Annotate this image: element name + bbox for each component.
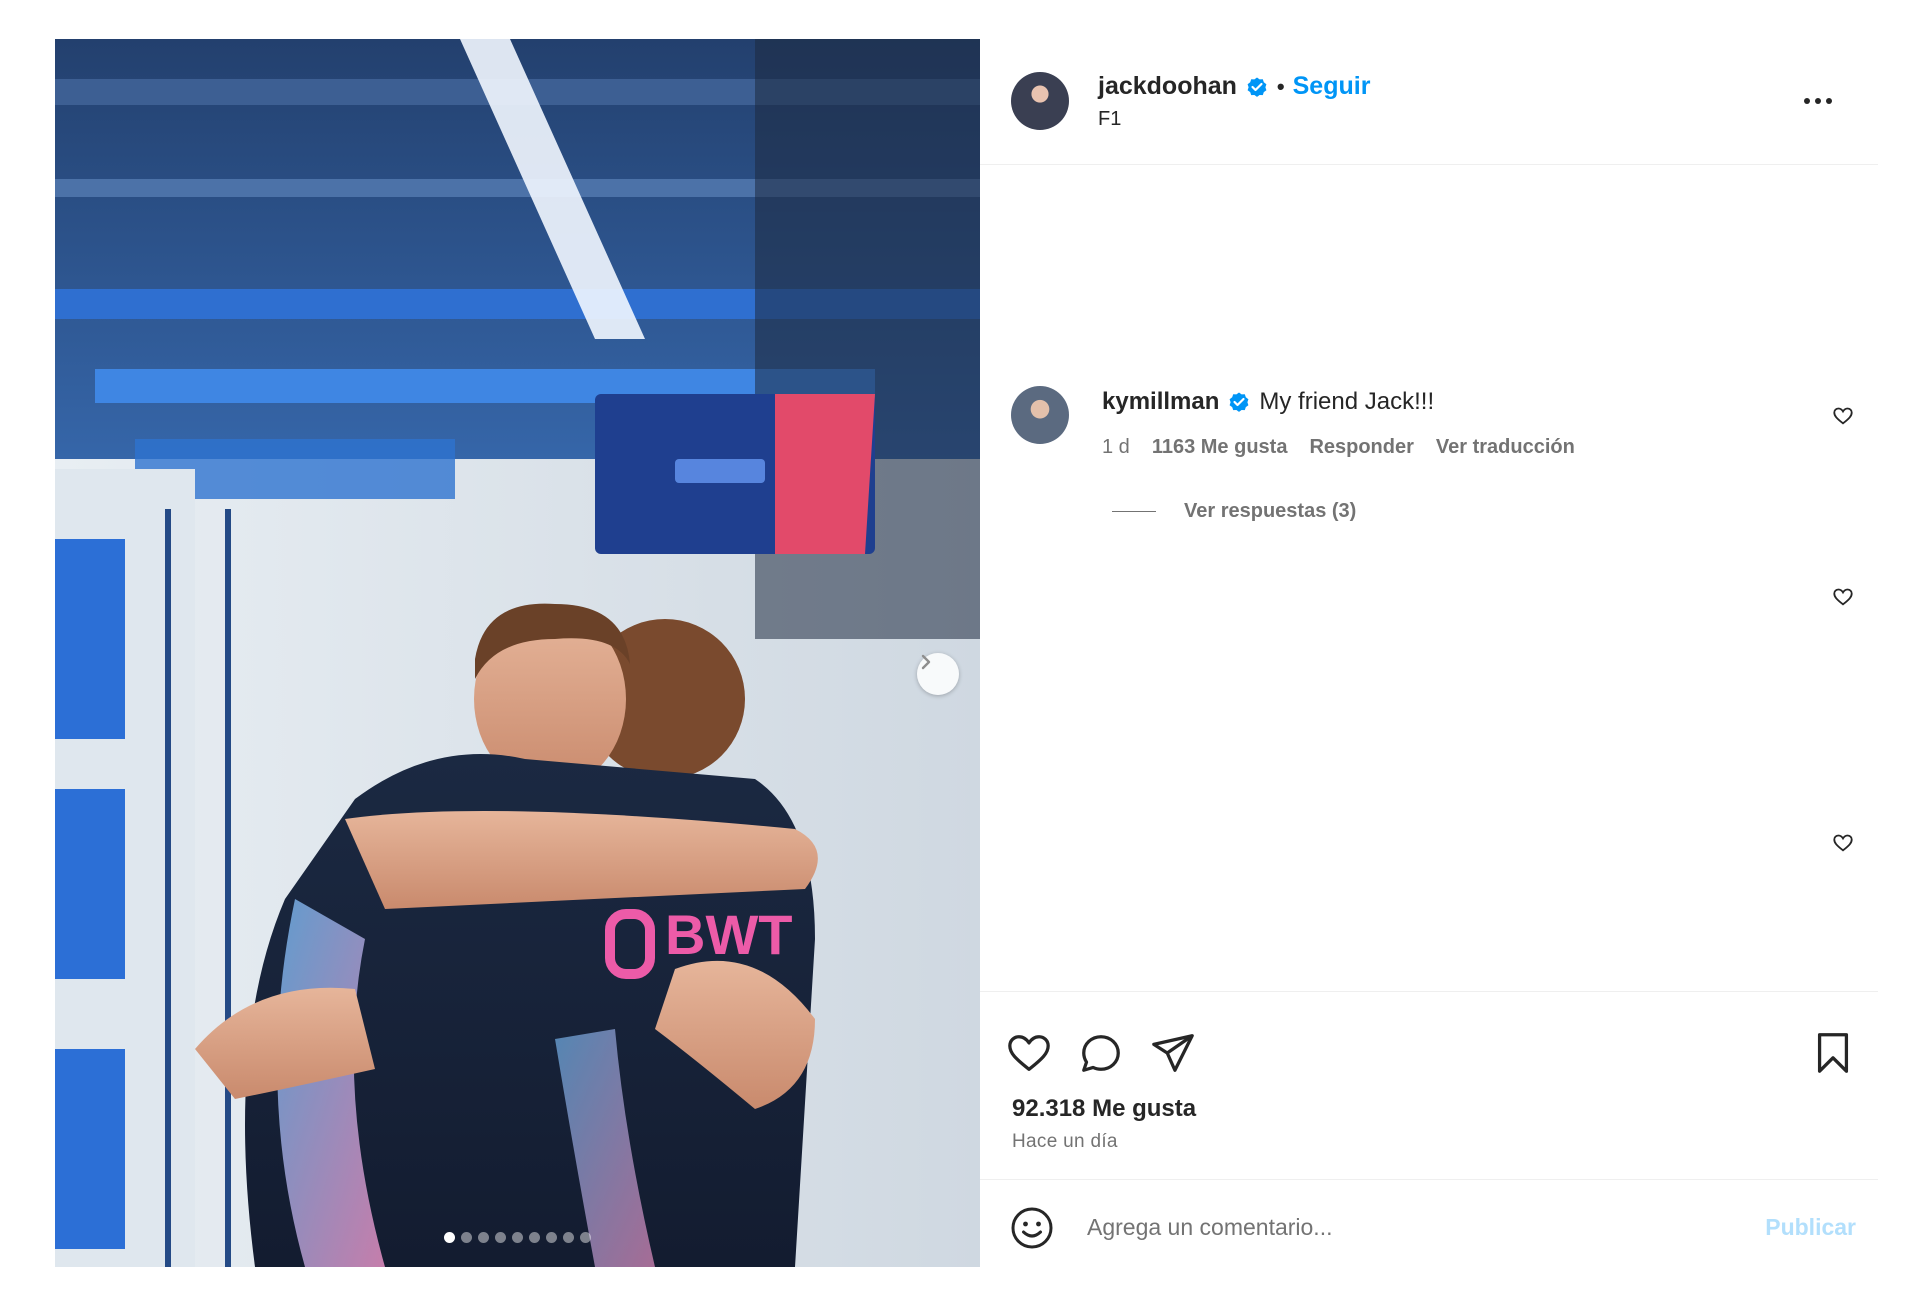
comment-username[interactable]: kymillman	[1102, 388, 1219, 416]
svg-text:BWT: BWT	[665, 903, 793, 966]
paper-plane-icon[interactable]	[1150, 1030, 1196, 1076]
more-dot	[1804, 98, 1810, 104]
carousel-dot	[512, 1232, 523, 1243]
verified-badge-icon	[1229, 392, 1249, 412]
carousel-dot	[461, 1232, 472, 1243]
bookmark-icon[interactable]	[1810, 1030, 1856, 1076]
translate-button[interactable]: Ver traducción	[1436, 436, 1575, 459]
separator-dot: •	[1276, 73, 1285, 99]
carousel-dot	[529, 1232, 540, 1243]
post-location[interactable]: F1	[1098, 108, 1121, 131]
carousel-indicators	[55, 1232, 980, 1243]
commenter-avatar[interactable]	[1011, 386, 1069, 444]
post-photo[interactable]: BWT	[55, 39, 980, 1267]
action-bar-divider	[980, 991, 1878, 992]
view-replies-label: Ver respuestas (3)	[1184, 500, 1357, 522]
author-username[interactable]: jackdoohan	[1098, 72, 1237, 101]
more-options-button[interactable]	[1798, 89, 1838, 113]
post-header: jackdoohan • Seguir F1	[980, 39, 1878, 165]
chevron-right-icon	[921, 654, 931, 670]
verified-badge-icon	[1247, 77, 1267, 97]
view-replies-button[interactable]: Ver respuestas (3)	[1112, 500, 1356, 523]
comment-meta: 1 d 1163 Me gusta Responder Ver traducci…	[1102, 436, 1575, 459]
post-timestamp: Hace un día	[1012, 1131, 1118, 1152]
comment-age: 1 d	[1102, 436, 1130, 458]
comment-like-heart-icon[interactable]	[1832, 832, 1854, 854]
comment-composer: Publicar	[980, 1179, 1878, 1267]
carousel-dot	[495, 1232, 506, 1243]
comment-text: My friend Jack!!!	[1259, 388, 1435, 415]
carousel-dot	[478, 1232, 489, 1243]
reply-button[interactable]: Responder	[1309, 436, 1413, 459]
post-sidebar: jackdoohan • Seguir F1 kymillman My frie…	[980, 39, 1878, 1267]
photo-illustration: BWT	[55, 39, 980, 1267]
comment-like-heart-icon[interactable]	[1832, 586, 1854, 608]
more-dot	[1826, 98, 1832, 104]
carousel-dot	[444, 1232, 455, 1243]
carousel-dot	[580, 1232, 591, 1243]
likes-count[interactable]: 92.318 Me gusta	[1012, 1095, 1196, 1123]
replies-divider	[1112, 511, 1156, 512]
instagram-post: BWT jackdoohan • Seguir F1 kymillman My …	[0, 0, 1920, 1306]
comment-input[interactable]	[1087, 1202, 1727, 1252]
comment-line: kymillman My friend Jack!!!	[1102, 388, 1434, 416]
carousel-dot	[563, 1232, 574, 1243]
author-line: jackdoohan • Seguir	[1098, 72, 1370, 101]
emoji-icon[interactable]	[1010, 1206, 1054, 1250]
comment-item: kymillman My friend Jack!!! 1 d 1163 Me …	[980, 386, 1878, 536]
author-avatar[interactable]	[1011, 72, 1069, 130]
comment-bubble-icon[interactable]	[1078, 1030, 1124, 1076]
carousel-dot	[546, 1232, 557, 1243]
publish-button[interactable]: Publicar	[1765, 1214, 1856, 1241]
more-dot	[1815, 98, 1821, 104]
comment-like-heart-icon[interactable]	[1832, 405, 1854, 427]
carousel-next-button[interactable]	[917, 653, 959, 695]
follow-button[interactable]: Seguir	[1293, 72, 1371, 101]
comment-likes[interactable]: 1163 Me gusta	[1152, 436, 1288, 459]
heart-icon[interactable]	[1006, 1030, 1052, 1076]
